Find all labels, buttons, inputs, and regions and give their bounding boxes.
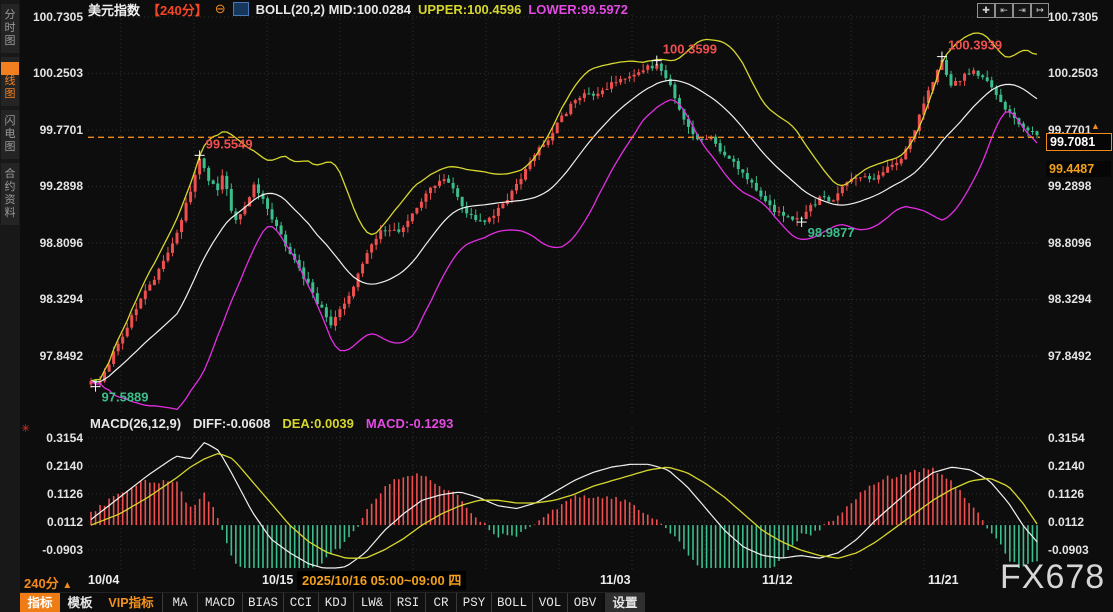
toolbar-item-obv[interactable]: OBV [567, 593, 602, 612]
y-axis-label-right: 100.2503 [1048, 66, 1110, 80]
macd-axis-label-right: 0.1126 [1048, 487, 1110, 501]
date-label: 11/12 [762, 573, 793, 587]
macd-axis-label-left: 0.0112 [21, 515, 83, 529]
toolbar-item-kdj[interactable]: KDJ [318, 593, 353, 612]
toolbar-item-vol[interactable]: VOL [532, 593, 567, 612]
y-axis-label-left: 99.2898 [21, 179, 83, 193]
price-annotation: 97.5889 [91, 382, 149, 405]
toolbar-item-psy[interactable]: PSY [456, 593, 491, 612]
macd-canvas[interactable] [88, 428, 1040, 570]
toolbar-item-macd[interactable]: MACD [197, 593, 242, 612]
period-label: 240分 [24, 576, 59, 591]
macd-header: MACD(26,12,9) DIFF:-0.0608 DEA:0.0039 MA… [90, 416, 453, 431]
toolbar-item-boll[interactable]: BOLL [491, 593, 532, 612]
macd-axis-label-right: 0.3154 [1048, 431, 1110, 445]
macd-diff-readout: DIFF:-0.0608 [193, 416, 270, 431]
price-up-arrow-icon: ▲ [1091, 121, 1100, 131]
macd-macd-readout: MACD:-0.1293 [366, 416, 453, 431]
y-axis-label-left: 98.3294 [21, 292, 83, 306]
y-axis-label-left: 98.8096 [21, 236, 83, 250]
toolbar-item-template[interactable]: 模板 [60, 593, 100, 612]
sidebar-tab-contract-info[interactable]: 合约资料 [1, 163, 19, 225]
svg-text:98.9877: 98.9877 [808, 225, 855, 240]
boll-mid-line [91, 80, 1037, 382]
macd-axis-label-left: 0.2140 [21, 459, 83, 473]
svg-text:100.3939: 100.3939 [948, 38, 1002, 53]
macd-histogram [91, 468, 1037, 568]
macd-axis-label-left: -0.0903 [21, 543, 83, 557]
macd-dea-line [91, 454, 1037, 559]
sidebar-tab-lightning[interactable]: 闪电图 [1, 110, 19, 159]
macd-diff-line [91, 443, 1037, 568]
toolbar-item-settings[interactable]: 设置 [605, 593, 645, 612]
toolbar-item-cci[interactable]: CCI [283, 593, 318, 612]
boll-mid-readout: BOLL(20,2) MID:100.0284 [256, 2, 411, 17]
sidebar-tabs: 分时图 K线图闪电图合约资料 [0, 4, 20, 225]
macd-axis-label-left: 0.1126 [21, 487, 83, 501]
time-range-tooltip: 2025/10/16 05:00~09:00 四 [297, 571, 466, 590]
sidebar-tab-kline[interactable]: K线图 [1, 57, 19, 106]
date-label: 10/15 [262, 573, 293, 587]
y-axis-label-left: 97.8492 [21, 349, 83, 363]
toolbar-item-indicator[interactable]: 指标 [20, 593, 60, 612]
price-annotation: 100.3599 [652, 42, 717, 66]
pan-right-icon[interactable]: ↦ [1031, 3, 1049, 18]
sidebar-tab-timeshare[interactable]: 分时图 [1, 4, 19, 53]
y-axis-label-right: 98.3294 [1048, 292, 1110, 306]
y-axis-label-right: 99.2898 [1048, 179, 1110, 193]
period-arrow-icon: ▲ [62, 580, 72, 591]
date-label: 11/03 [600, 573, 631, 587]
y-axis-label-left: 100.2503 [21, 66, 83, 80]
macd-axis-label-right: 0.0112 [1048, 515, 1110, 529]
macd-axis-label-left: 0.3154 [21, 431, 83, 445]
secondary-price-box: 99.4487 [1046, 161, 1111, 177]
macd-dea-readout: DEA:0.0039 [282, 416, 354, 431]
y-axis-label-right: 97.8492 [1048, 349, 1110, 363]
y-axis-label-left: 100.7305 [21, 10, 83, 24]
main-grid [88, 15, 1040, 412]
toolbar-item-cr[interactable]: CR [425, 593, 456, 612]
macd-axis-label-right: -0.0903 [1048, 543, 1110, 557]
toolbar-item-bias[interactable]: BIAS [242, 593, 283, 612]
boll-upper-line [91, 33, 1037, 381]
zoom-in-icon[interactable]: ⇥ [1013, 3, 1031, 18]
sidebar: 分时图 K线图闪电图合约资料 [0, 0, 20, 612]
toolbar-item-rsi[interactable]: RSI [390, 593, 425, 612]
price-annotation: 98.9877 [797, 217, 855, 240]
watermark: FX678 [1000, 558, 1105, 597]
boll-lower-readout: LOWER:99.5972 [528, 2, 628, 17]
zoom-out-icon[interactable]: ⇤ [995, 3, 1013, 18]
boll-upper-readout: UPPER:100.4596 [418, 2, 521, 17]
toolbar-item-lwr[interactable]: LW& [353, 593, 390, 612]
y-axis-label-right: 100.7305 [1048, 10, 1110, 24]
y-axis-label-right: 98.8096 [1048, 236, 1110, 250]
macd-axis-label-right: 0.2140 [1048, 459, 1110, 473]
main-chart-canvas[interactable]: 99.5549 97.5889 100.3599 98.9877 100.3939 [88, 15, 1040, 412]
toolbar-item-ma[interactable]: MA [162, 593, 197, 612]
crosshair-icon[interactable]: ✚ [977, 3, 995, 18]
chart-header: 美元指数 【240分】 ⊖ BOLL(20,2) MID:100.0284 UP… [88, 1, 628, 17]
y-axis-label-left: 99.7701 [21, 123, 83, 137]
macd-alert-icon[interactable]: ✳ [21, 422, 30, 435]
symbol-title: 美元指数 [88, 0, 140, 19]
chart-type-icon[interactable] [233, 2, 249, 16]
toolbar-item-vip-indicator[interactable]: VIP指标 [100, 593, 162, 612]
date-label: 11/21 [928, 573, 959, 587]
date-label: 10/04 [88, 573, 119, 587]
period-badge: 【240分】 [147, 0, 208, 19]
period-selector[interactable]: 240分 ▲ [24, 573, 72, 592]
chart-window: 分时图 K线图闪电图合约资料 美元指数 【240分】 ⊖ BOLL(20,2) M… [0, 0, 1113, 612]
current-price-box: 99.7081 [1046, 133, 1112, 151]
svg-text:99.5549: 99.5549 [206, 136, 253, 151]
bottom-toolbar: 指标 模板 VIP指标 MA MACD BIAS CCI KDJ LW& RSI… [20, 592, 645, 612]
svg-text:97.5889: 97.5889 [102, 390, 149, 405]
collapse-icon[interactable]: ⊖ [215, 1, 226, 17]
macd-name: MACD(26,12,9) [90, 416, 181, 431]
svg-text:100.3599: 100.3599 [663, 42, 717, 57]
